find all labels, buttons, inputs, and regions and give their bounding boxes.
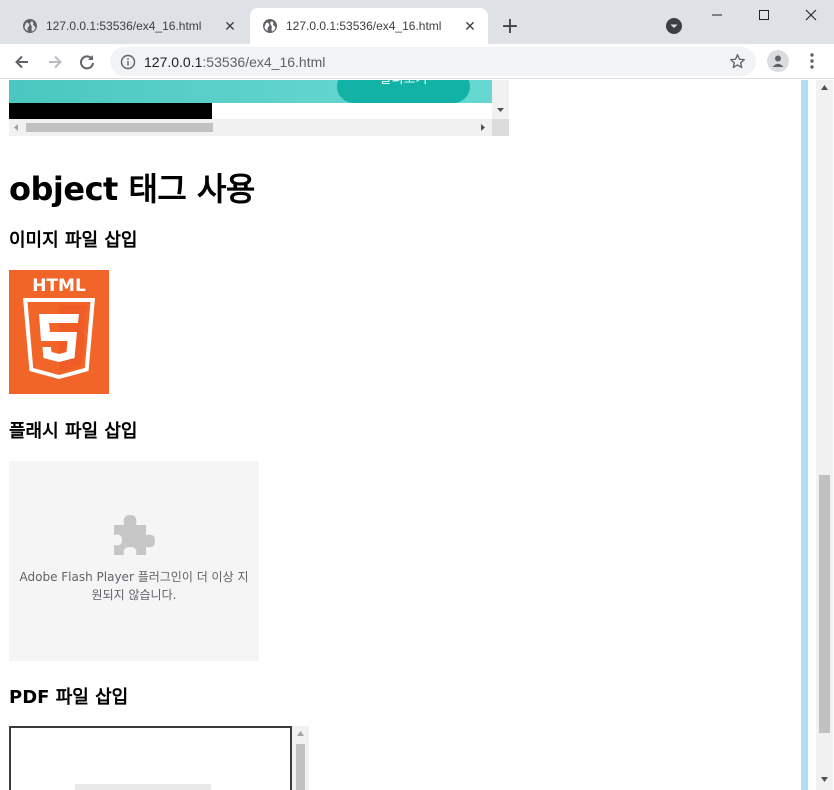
profile-icon	[772, 55, 784, 67]
tab-search-icon[interactable]	[665, 17, 683, 35]
flash-plugin-placeholder: Adobe Flash Player 플러그인이 더 이상 지원되지 않습니다.	[9, 461, 259, 661]
page-vertical-scrollbar[interactable]	[801, 80, 834, 790]
globe-icon	[263, 19, 277, 33]
section-heading-image: 이미지 파일 삽입	[9, 230, 138, 251]
black-bar	[9, 103, 212, 119]
star-icon[interactable]	[729, 53, 746, 70]
back-icon	[15, 55, 28, 69]
maximize-icon	[759, 10, 769, 20]
frame-scroll-thumb[interactable]	[26, 123, 213, 132]
tab-inactive[interactable]: 127.0.0.1:53536/ex4_16.html ✕	[10, 8, 248, 44]
html5-logo-image: HTML	[9, 270, 109, 394]
minimize-button[interactable]	[694, 0, 740, 30]
page-viewport: 살펴보기 object 태그 사용 이미지 파일 삽입 HTML	[0, 80, 834, 790]
html5-logo-text: HTML	[32, 276, 86, 296]
forward-icon	[49, 55, 62, 69]
page-scroll-up-arrow-icon[interactable]	[821, 85, 828, 90]
close-tab-icon[interactable]: ✕	[460, 16, 480, 36]
scroll-right-arrow-icon[interactable]	[481, 124, 486, 131]
tab-strip: 127.0.0.1:53536/ex4_16.html ✕ 127.0.0.1:…	[0, 0, 834, 44]
profile-button[interactable]	[767, 50, 789, 72]
close-window-icon	[805, 9, 817, 21]
maximize-button[interactable]	[741, 0, 787, 30]
url-text[interactable]: 127.0.0.1:53536/ex4_16.html	[144, 54, 325, 70]
globe-icon	[23, 19, 37, 33]
pdf-toolbar-strip	[75, 784, 211, 790]
close-tab-icon[interactable]: ✕	[220, 16, 240, 36]
tab-title: 127.0.0.1:53536/ex4_16.html	[286, 19, 442, 33]
forward-button[interactable]	[41, 48, 69, 76]
section-heading-flash: 플래시 파일 삽입	[9, 421, 138, 442]
page-scroll-thumb[interactable]	[819, 475, 830, 733]
reload-button[interactable]	[73, 48, 101, 76]
page-title: object 태그 사용	[9, 170, 255, 208]
pdf-scroll-thumb[interactable]	[296, 744, 305, 790]
back-button[interactable]	[8, 48, 36, 76]
menu-icon[interactable]	[802, 51, 822, 71]
new-tab-button[interactable]: +	[498, 14, 522, 39]
close-window-button[interactable]	[788, 0, 834, 30]
flash-unsupported-message: Adobe Flash Player 플러그인이 더 이상 지원되지 않습니다.	[19, 570, 249, 602]
pdf-vertical-scrollbar[interactable]	[292, 726, 309, 790]
banner-button[interactable]: 살펴보기	[337, 80, 470, 103]
scroll-left-arrow-icon[interactable]	[14, 124, 19, 131]
embedded-frame[interactable]: 살펴보기	[9, 80, 509, 136]
scroll-down-arrow-icon[interactable]	[497, 108, 504, 113]
address-bar[interactable]: 127.0.0.1:53536/ex4_16.html	[110, 47, 756, 76]
url-path: :53536/ex4_16.html	[202, 53, 326, 70]
html5-icon: HTML	[9, 270, 109, 394]
tab-title: 127.0.0.1:53536/ex4_16.html	[46, 19, 202, 33]
scroll-up-arrow-icon[interactable]	[297, 731, 304, 736]
page-scroll-down-arrow-icon[interactable]	[821, 777, 828, 782]
minimize-icon	[712, 14, 722, 16]
info-icon[interactable]	[120, 54, 136, 70]
puzzle-plugin-icon	[114, 515, 155, 555]
frame-vertical-scrollbar[interactable]	[492, 80, 509, 119]
frame-horizontal-scrollbar[interactable]	[9, 119, 492, 136]
section-heading-pdf: PDF 파일 삽입	[9, 687, 129, 708]
tab-active[interactable]: 127.0.0.1:53536/ex4_16.html ✕	[250, 8, 488, 44]
url-host: 127.0.0.1	[144, 53, 203, 70]
embedded-frame-content: 살펴보기	[9, 80, 492, 119]
reload-icon	[80, 55, 94, 70]
page-side-accent	[801, 80, 808, 790]
pdf-frame[interactable]	[9, 726, 292, 790]
pdf-embed[interactable]	[9, 726, 309, 790]
scroll-corner	[492, 119, 509, 136]
browser-toolbar: 127.0.0.1:53536/ex4_16.html	[0, 44, 834, 79]
